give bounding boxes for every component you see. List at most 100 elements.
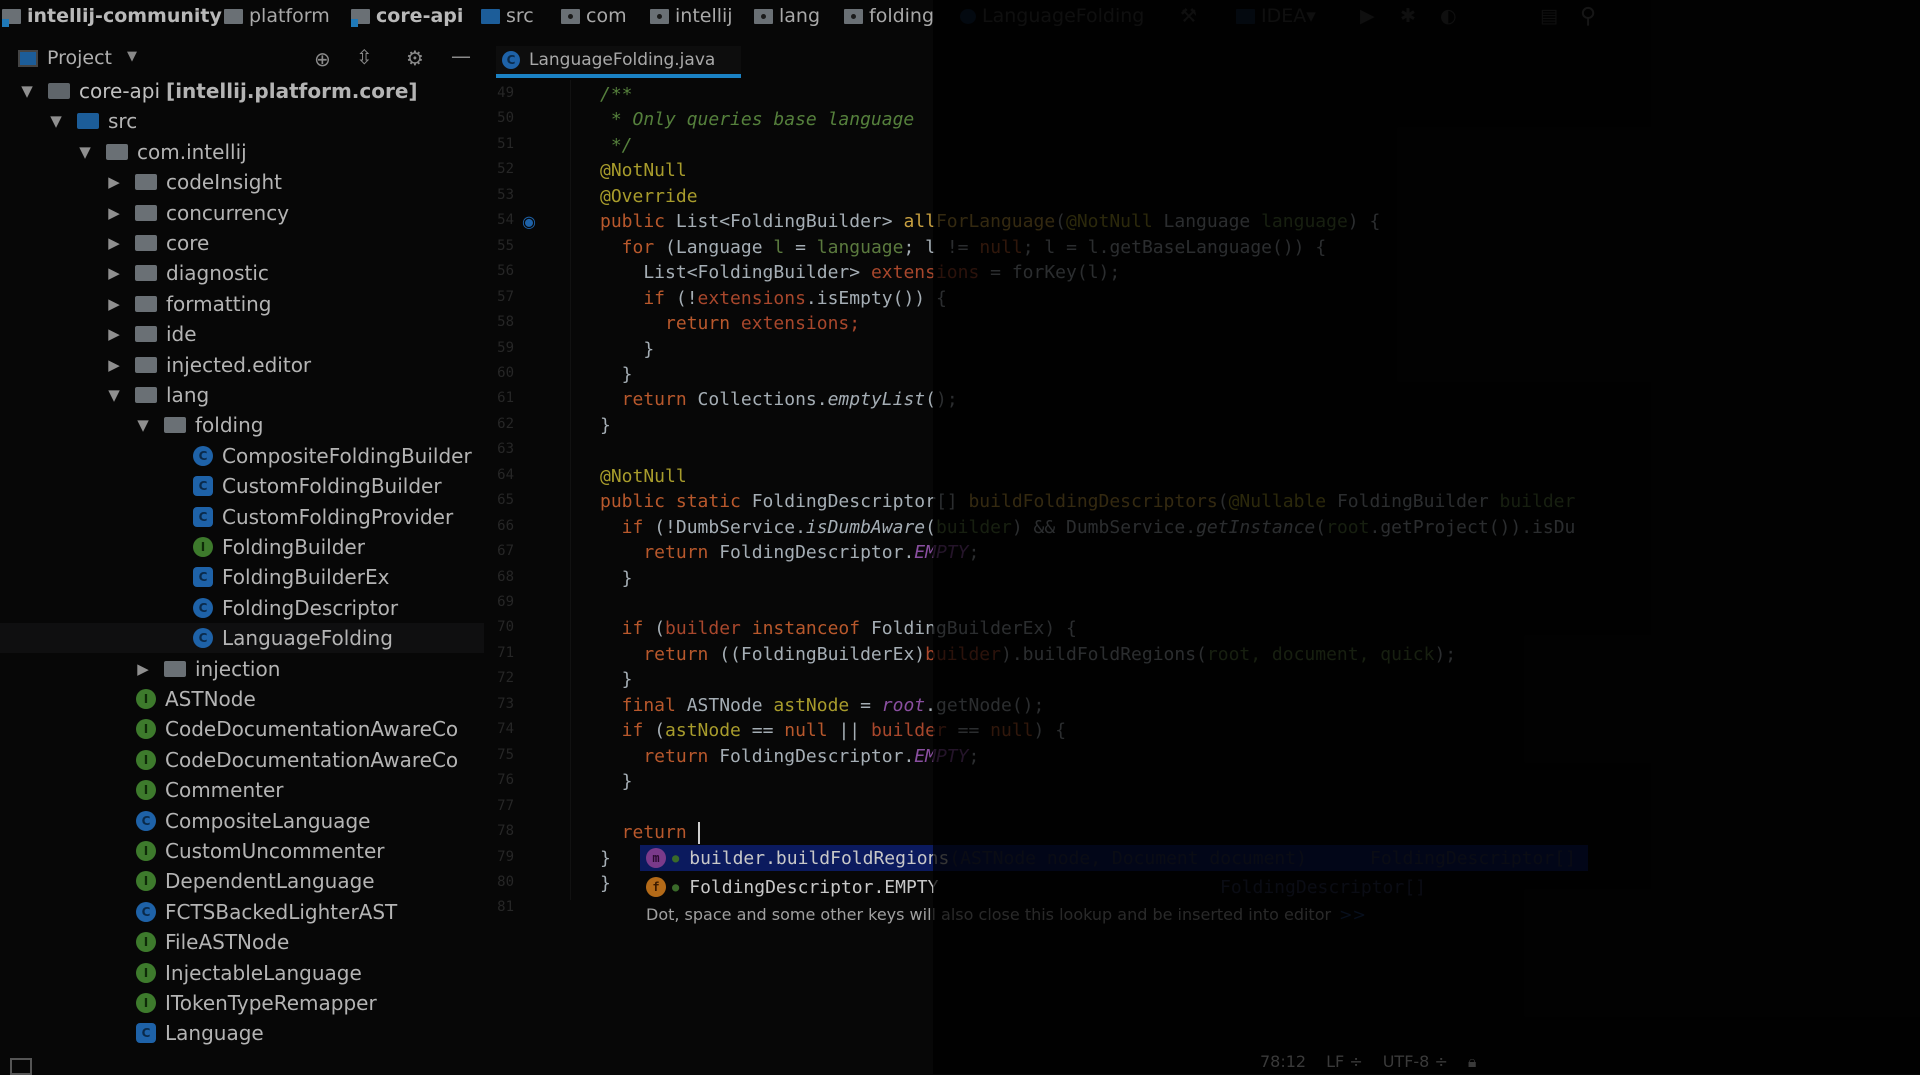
tree-item-foldingdescriptor[interactable]: C FoldingDescriptor	[0, 593, 484, 623]
breadcrumb-lang[interactable]: lang	[754, 3, 820, 29]
tree-item-customfoldingprovider[interactable]: C CustomFoldingProvider	[0, 502, 484, 532]
tree-item-label: lang	[166, 383, 210, 407]
tree-item-compositefoldingbuilder[interactable]: C CompositeFoldingBuilder	[0, 441, 484, 471]
tree-item-diagnostic[interactable]: ▶ diagnostic	[0, 258, 484, 288]
completion-params: (ASTNode node, Document document)	[949, 847, 1307, 869]
line-separator[interactable]: LF ÷	[1326, 1052, 1363, 1074]
tab-languagefolding-java[interactable]: C LanguageFolding.java	[496, 46, 741, 78]
completion-item[interactable]: m ● builder.buildFoldRegions (ASTNode node,…	[640, 845, 1588, 871]
tree-item-customfoldingbuilder[interactable]: C CustomFoldingBuilder	[0, 471, 484, 501]
interface-icon: I	[136, 993, 156, 1013]
caret-position[interactable]: 78:12	[1260, 1052, 1306, 1074]
line-number: 71	[497, 644, 514, 661]
tree-item-languagefolding[interactable]: C LanguageFolding	[0, 623, 484, 654]
tree-item-fileastnode[interactable]: I FileASTNode	[0, 927, 484, 957]
code-token: (	[925, 516, 936, 538]
tree-item-injection[interactable]: ▶ injection	[0, 654, 484, 684]
tree-item-dependentlanguage[interactable]: I DependentLanguage	[0, 866, 484, 896]
collapsed-arrow-icon[interactable]: ▶	[107, 234, 121, 252]
project-view-selector[interactable]: Project	[47, 47, 112, 69]
tree-item-src[interactable]: ▼ src	[0, 106, 484, 136]
run-config-selector[interactable]: IDEA ▾	[1236, 3, 1316, 29]
expanded-arrow-icon[interactable]: ▼	[136, 416, 150, 434]
collapse-all-icon[interactable]: ⇳	[356, 45, 373, 69]
collapsed-arrow-icon[interactable]: ▶	[107, 173, 121, 191]
tree-item-concurrency[interactable]: ▶ concurrency	[0, 198, 484, 228]
collapsed-arrow-icon[interactable]: ▶	[136, 660, 150, 678]
tree-item-customuncommenter[interactable]: I CustomUncommenter	[0, 836, 484, 866]
tree-item-commenter[interactable]: I Commenter	[0, 775, 484, 805]
line-number: 69	[497, 594, 514, 610]
class-icon: C	[193, 597, 213, 618]
implements-gutter-icon[interactable]: ◉	[522, 212, 536, 231]
expanded-arrow-icon[interactable]: ▼	[78, 143, 92, 161]
breadcrumb-com[interactable]: com	[561, 3, 627, 29]
breadcrumb-label: src	[506, 5, 534, 27]
run-icon[interactable]: ▶	[1360, 3, 1375, 29]
tree-item-codeinsight[interactable]: ▶ codeInsight	[0, 167, 484, 197]
interface-icon: I	[136, 871, 156, 892]
tree-item-astnode[interactable]: I ASTNode	[0, 684, 484, 714]
tool-windows-icon[interactable]	[10, 1058, 32, 1075]
chevron-down-icon[interactable]: ▼	[127, 49, 137, 64]
completion-item[interactable]: f ● FoldingDescriptor.EMPTY FoldingDescript…	[640, 874, 1588, 900]
debug-icon[interactable]: ✱	[1400, 3, 1416, 29]
tree-item-core[interactable]: ▶ core	[0, 228, 484, 258]
tree-item-fctsbackedlighterast[interactable]: C FCTSBackedLighterAST	[0, 897, 484, 927]
project-structure-icon[interactable]: ▤	[1540, 3, 1558, 29]
breadcrumb-intellij-community[interactable]: intellij-community	[2, 3, 222, 29]
search-icon[interactable]: ⚲	[1580, 3, 1596, 29]
hide-icon[interactable]: —	[451, 44, 471, 68]
line-number: 77	[497, 797, 514, 814]
file-encoding[interactable]: UTF-8 ÷	[1383, 1052, 1448, 1074]
tree-item-codedocumentationawareco[interactable]: I CodeDocumentationAwareCo	[0, 745, 484, 775]
tree-item-com-intellij[interactable]: ▼ com.intellij	[0, 137, 484, 167]
expanded-arrow-icon[interactable]: ▼	[107, 386, 121, 404]
collapsed-arrow-icon[interactable]: ▶	[107, 264, 121, 282]
tree-item-ide[interactable]: ▶ ide	[0, 319, 484, 349]
breadcrumb-platform[interactable]: platform	[224, 3, 330, 29]
expanded-arrow-icon[interactable]: ▼	[20, 82, 34, 100]
hammer-icon[interactable]: ⚒	[1180, 3, 1197, 29]
line-number: 78	[497, 823, 514, 840]
breadcrumb-src[interactable]: src	[481, 3, 534, 29]
breadcrumb-folding[interactable]: folding	[844, 3, 934, 29]
tree-item-formatting[interactable]: ▶ formatting	[0, 289, 484, 319]
code-token: }	[600, 338, 655, 360]
code-line: * Only queries base language	[600, 107, 914, 132]
tree-item-injectablelanguage[interactable]: I InjectableLanguage	[0, 958, 484, 988]
collapsed-arrow-icon[interactable]: ▶	[107, 356, 121, 374]
line-number: 58	[497, 314, 514, 331]
tree-item-foldingbuilder[interactable]: I FoldingBuilder	[0, 532, 484, 562]
tree-item-core-api[interactable]: ▼ core-api [intellij.platform.core]	[0, 76, 484, 106]
tree-item-foldingbuilderex[interactable]: C FoldingBuilderEx	[0, 562, 484, 592]
collapsed-arrow-icon[interactable]: ▶	[107, 325, 121, 343]
expanded-arrow-icon[interactable]: ▼	[49, 112, 63, 130]
tab-label: LanguageFolding.java	[529, 50, 716, 70]
code-line: }	[600, 362, 633, 387]
code-line: }	[600, 769, 633, 794]
line-number: 73	[497, 695, 514, 712]
code-line: @NotNull	[600, 464, 687, 489]
code-token: ) && DumbService.	[1011, 516, 1197, 538]
navigation-bar: intellij-community platform core-api src com…	[0, 0, 1920, 32]
locate-icon[interactable]: ⊕	[314, 47, 331, 71]
breadcrumb-core-api[interactable]: core-api	[351, 3, 463, 29]
tree-item-injected-editor[interactable]: ▶ injected.editor	[0, 350, 484, 380]
tree-item-codedocumentationawareco[interactable]: I CodeDocumentationAwareCo	[0, 714, 484, 744]
breadcrumb-languagefolding[interactable]: LanguageFolding	[960, 3, 1144, 29]
tree-item-folding[interactable]: ▼ folding	[0, 410, 484, 440]
code-line: public List<FoldingBuilder> allForLangua…	[600, 209, 1380, 234]
coverage-icon[interactable]: ◐	[1440, 3, 1457, 29]
collapsed-arrow-icon[interactable]: ▶	[107, 295, 121, 313]
code-token: @NotNull	[1066, 211, 1164, 233]
tree-item-lang[interactable]: ▼ lang	[0, 380, 484, 410]
breadcrumb-intellij[interactable]: intellij	[650, 3, 733, 29]
gear-icon[interactable]: ⚙	[406, 46, 424, 70]
tree-item-compositelanguage[interactable]: C CompositeLanguage	[0, 806, 484, 836]
lock-icon[interactable]: 🔒︎	[1468, 1052, 1477, 1074]
hint-link[interactable]: >>	[1339, 905, 1366, 924]
tree-item-itokentyperemapper[interactable]: I ITokenTypeRemapper	[0, 988, 484, 1018]
tree-item-language[interactable]: C Language	[0, 1018, 484, 1048]
collapsed-arrow-icon[interactable]: ▶	[107, 204, 121, 222]
